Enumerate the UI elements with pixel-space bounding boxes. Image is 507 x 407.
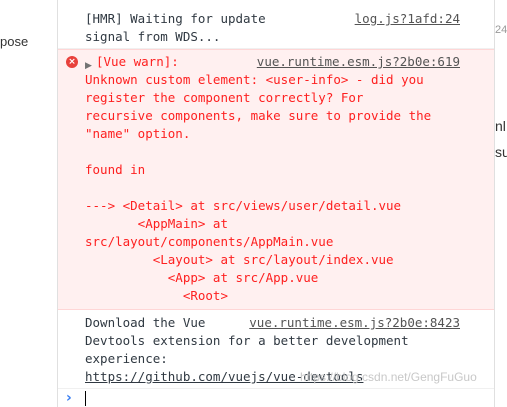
- message-text: Devtools extension for a better developm…: [85, 333, 409, 348]
- message-text: signal from WDS...: [85, 29, 221, 44]
- message-text: ---> <Detail> at src/views/user/detail.v…: [85, 198, 402, 213]
- message-text: recursive components, make sure to provi…: [85, 108, 432, 123]
- watermark: https://blog.csdn.net/GengFuGuo: [300, 370, 477, 384]
- background-page-right: 24 nl su: [495, 0, 507, 407]
- message-text: <AppMain> at: [85, 216, 228, 231]
- error-icon: ×: [66, 56, 78, 68]
- message-text: "name" option.: [85, 126, 191, 141]
- background-text-fragment: 24: [495, 24, 507, 36]
- message-text: src/layout/components/AppMain.vue: [85, 234, 334, 249]
- background-page-left: pose: [0, 0, 57, 407]
- background-text-fragment: su: [495, 144, 507, 160]
- message-text: Unknown custom element: <user-info> - di…: [85, 72, 424, 87]
- console-prompt[interactable]: ›: [58, 389, 494, 407]
- source-link[interactable]: vue.runtime.esm.js?2b0e:8423: [249, 314, 460, 332]
- console-message-error: × ▶ [Vue warn]: vue.runtime.esm.js?2b0e:…: [58, 49, 494, 310]
- message-text: <App> at src/App.vue: [85, 270, 319, 285]
- message-text: Download the Vue: [85, 315, 206, 330]
- message-text: <Layout> at src/layout/index.vue: [85, 252, 394, 267]
- source-link[interactable]: vue.runtime.esm.js?2b0e:619: [257, 53, 460, 71]
- message-text: [HMR] Waiting for update: [85, 11, 266, 26]
- message-text: <Root>: [85, 288, 228, 303]
- background-text-fragment: nl: [495, 118, 506, 134]
- background-text-fragment: pose: [0, 34, 29, 49]
- prompt-chevron-icon: ›: [66, 390, 72, 406]
- message-text: found in: [85, 162, 146, 177]
- devtools-console: [HMR] Waiting for update signal from WDS…: [57, 0, 495, 407]
- message-text: register the component correctly? For: [85, 90, 364, 105]
- source-link[interactable]: log.js?1afd:24: [355, 10, 460, 28]
- text-caret: [85, 391, 86, 406]
- console-message-log: [HMR] Waiting for update signal from WDS…: [58, 0, 494, 49]
- warn-header: [Vue warn]:: [96, 54, 179, 69]
- message-text: experience:: [85, 351, 168, 366]
